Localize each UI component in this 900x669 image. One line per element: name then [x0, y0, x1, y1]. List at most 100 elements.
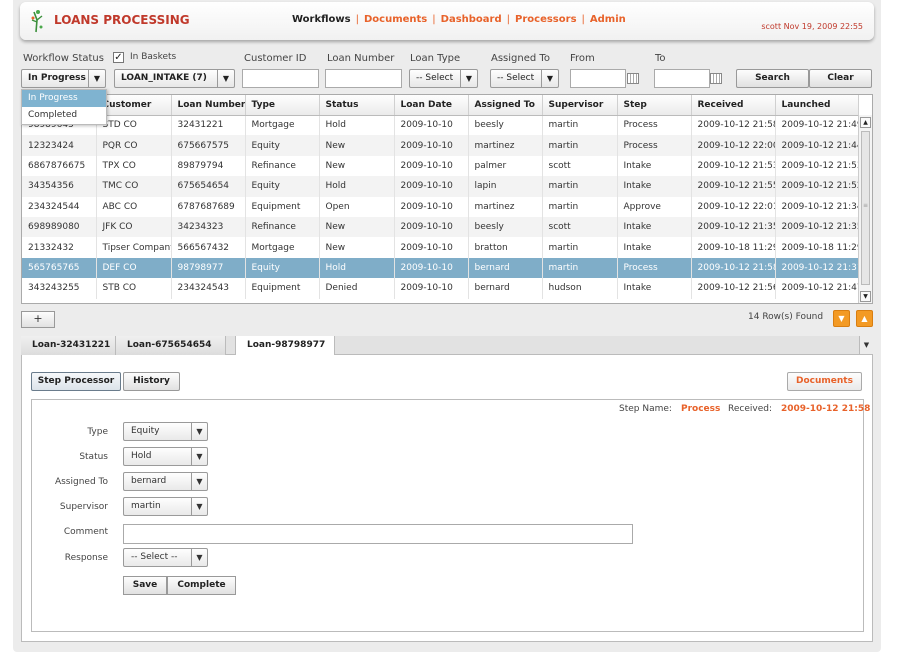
table-row[interactable]: 343243255 STB CO 234324543 Equipment Denied 2… [22, 278, 859, 299]
app-title: LOANS PROCESSING [54, 13, 190, 27]
nav-workflows[interactable]: Workflows [292, 14, 351, 25]
tab-menu-icon[interactable]: ▼ [859, 336, 873, 354]
documents-button[interactable]: Documents [787, 372, 862, 391]
grid-scrollbar[interactable]: ▲ ≡ ▼ [858, 115, 872, 303]
nav-admin[interactable]: Admin [590, 14, 626, 25]
assigned-to-select[interactable]: -- Select ▼ [490, 69, 559, 88]
tab-loan-98798977[interactable]: Loan-98798977 [235, 336, 335, 356]
table-cell: 2009-10-10 [394, 176, 469, 197]
loans-table: Customer Loan Number Type Status Loan Da… [22, 95, 859, 299]
column-header[interactable]: Loan Date [394, 95, 469, 116]
column-header[interactable]: Received [691, 95, 776, 116]
menu-item-in-progress[interactable]: In Progress [22, 90, 106, 107]
status-select[interactable]: Hold ▼ [123, 447, 208, 466]
table-cell: Mortgage [245, 237, 320, 258]
table-cell: 98798977 [171, 257, 246, 279]
table-cell: Hold [319, 257, 395, 279]
column-header[interactable]: Supervisor [542, 95, 618, 116]
search-button[interactable]: Search [736, 69, 809, 88]
table-cell: Process [617, 257, 692, 279]
table-row[interactable]: 21332432 Tipser Company 566567432 Mortgage N… [22, 237, 859, 258]
calendar-icon[interactable] [710, 73, 722, 84]
response-select[interactable]: -- Select -- ▼ [123, 548, 208, 567]
table-cell: Approve [617, 196, 692, 217]
rows-found-count: 14 Row(s) Found [748, 312, 824, 322]
table-row[interactable]: 6867876675 TPX CO 89879794 Refinance New 2009… [22, 155, 859, 177]
table-cell: 6787687689 [171, 196, 246, 217]
status-field-label: Status [79, 452, 108, 462]
table-header: Customer Loan Number Type Status Loan Da… [22, 95, 859, 116]
table-cell: 2009-10-18 11:29 [775, 237, 859, 258]
tab-loan-675654654[interactable]: Loan-675654654 [116, 336, 226, 355]
chevron-down-icon: ▼ [217, 70, 234, 87]
table-cell: STD CO [96, 115, 172, 136]
table-cell: 565765765 [22, 257, 97, 279]
table-cell: beesly [468, 115, 543, 136]
from-date-input[interactable] [570, 69, 626, 88]
basket-select[interactable]: LOAN_INTAKE (7) ▼ [114, 69, 235, 88]
supervisor-select[interactable]: martin ▼ [123, 497, 208, 516]
column-header[interactable]: Type [245, 95, 320, 116]
complete-button[interactable]: Complete [167, 576, 236, 595]
table-cell: Mortgage [245, 115, 320, 136]
app-logo-icon [31, 10, 43, 33]
calendar-icon[interactable] [627, 73, 639, 84]
loan-type-select[interactable]: -- Select ▼ [409, 69, 478, 88]
table-row[interactable]: 234324544 ABC CO 6787687689 Equipment Open 20… [22, 196, 859, 217]
table-row[interactable]: 698989080 JFK CO 34234323 Refinance New 2009-… [22, 216, 859, 238]
collapse-down-button[interactable]: ▼ [833, 310, 850, 327]
tab-loan-32431221[interactable]: Loan-32431221 [21, 336, 116, 355]
in-baskets-checkbox[interactable]: ✓ [113, 52, 124, 63]
scroll-thumb[interactable]: ≡ [861, 131, 870, 285]
add-row-button[interactable]: + [21, 311, 55, 328]
table-cell: 2009-10-12 21:58 [691, 115, 776, 136]
in-baskets-label: In Baskets [130, 52, 177, 62]
comment-input[interactable] [123, 524, 633, 544]
table-cell: 2009-10-12 22:01 [691, 196, 776, 217]
table-cell: 2009-10-12 21:31 [775, 257, 859, 279]
column-header[interactable]: Launched [775, 95, 859, 116]
loans-grid: Customer Loan Number Type Status Loan Da… [21, 94, 873, 304]
scroll-down-icon[interactable]: ▼ [860, 291, 871, 302]
table-cell: lapin [468, 176, 543, 197]
nav-processors[interactable]: Processors [515, 14, 577, 25]
save-button[interactable]: Save [123, 576, 167, 595]
from-label: From [570, 53, 595, 64]
column-header[interactable]: Customer [96, 95, 172, 116]
chevron-down-icon: ▼ [838, 314, 845, 323]
table-cell: DEF CO [96, 257, 172, 279]
history-button[interactable]: History [123, 372, 180, 391]
loan-number-input[interactable] [325, 69, 402, 88]
to-date-input[interactable] [654, 69, 710, 88]
table-cell: Process [617, 135, 692, 156]
workflow-status-select[interactable]: In Progress ▼ [21, 69, 106, 88]
table-cell: Process [617, 115, 692, 136]
to-label: To [655, 53, 666, 64]
customer-id-input[interactable] [242, 69, 319, 88]
column-header[interactable]: Loan Number [171, 95, 246, 116]
table-cell: Equipment [245, 196, 320, 217]
table-cell: 2009-10-12 21:35 [691, 216, 776, 238]
type-select[interactable]: Equity ▼ [123, 422, 208, 441]
column-header[interactable]: Step [617, 95, 692, 116]
table-row[interactable]: 34354356 TMC CO 675654654 Equity Hold 2009-10… [22, 176, 859, 197]
table-cell: bernard [468, 278, 543, 299]
table-row[interactable]: 12323424 PQR CO 675667575 Equity New 2009-10-… [22, 135, 859, 156]
assigned-to-field-select[interactable]: bernard ▼ [123, 472, 208, 491]
type-field-label: Type [87, 427, 108, 437]
menu-item-completed[interactable]: Completed [22, 107, 106, 124]
table-row[interactable]: 98989645 STD CO 32431221 Mortgage Hold 2009-1… [22, 115, 859, 136]
step-processor-button[interactable]: Step Processor [31, 372, 121, 391]
column-header[interactable]: Status [319, 95, 395, 116]
scroll-up-icon[interactable]: ▲ [860, 117, 871, 128]
table-cell: 6867876675 [22, 155, 97, 177]
expand-up-button[interactable]: ▲ [856, 310, 873, 327]
nav-dashboard[interactable]: Dashboard [441, 14, 502, 25]
chevron-down-icon: ▼ [191, 498, 207, 515]
table-cell: 2009-10-12 21:53 [691, 155, 776, 177]
column-header[interactable]: Assigned To [468, 95, 543, 116]
clear-button[interactable]: Clear [809, 69, 872, 88]
table-cell: 89879794 [171, 155, 246, 177]
nav-documents[interactable]: Documents [364, 14, 427, 25]
table-row[interactable]: 565765765 DEF CO 98798977 Equity Hold 2009-10… [22, 257, 859, 279]
